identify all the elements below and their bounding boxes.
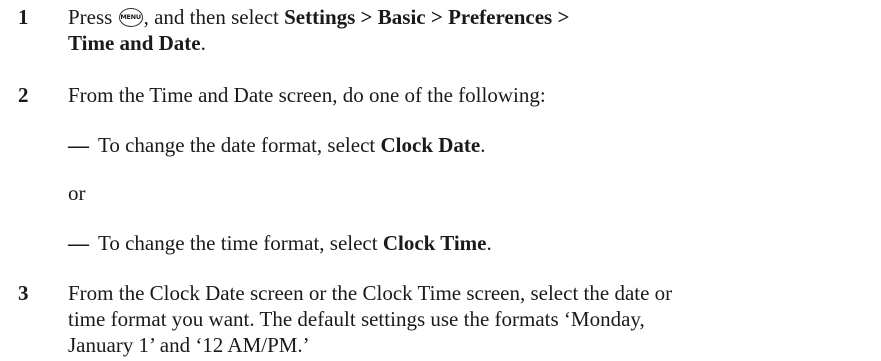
step-text: Press MENU, and then select Settings > B…	[68, 4, 868, 56]
step-number: 2	[18, 83, 29, 107]
step-2-or: or	[68, 180, 868, 206]
dash-bullet: —	[68, 231, 89, 255]
option-target: Clock Time	[382, 231, 487, 255]
step-number: 3	[18, 281, 29, 305]
step-1-line-2: Time and Date.	[68, 31, 206, 55]
dash-bullet: —	[68, 133, 89, 157]
or-text: or	[68, 181, 86, 205]
step-text: From the Clock Date screen or the Clock …	[68, 281, 673, 357]
option-target: Clock Date	[380, 133, 481, 157]
menu-button-icon: MENU	[118, 8, 143, 27]
step-number: 1	[18, 5, 29, 29]
menu-path: Settings > Basic > Preferences >	[284, 5, 570, 29]
step-text: From the Time and Date screen, do one of…	[68, 83, 546, 107]
menu-path-end: Time and Date	[68, 31, 201, 55]
step-1-line-1: Press MENU, and then select Settings > B…	[68, 5, 570, 29]
